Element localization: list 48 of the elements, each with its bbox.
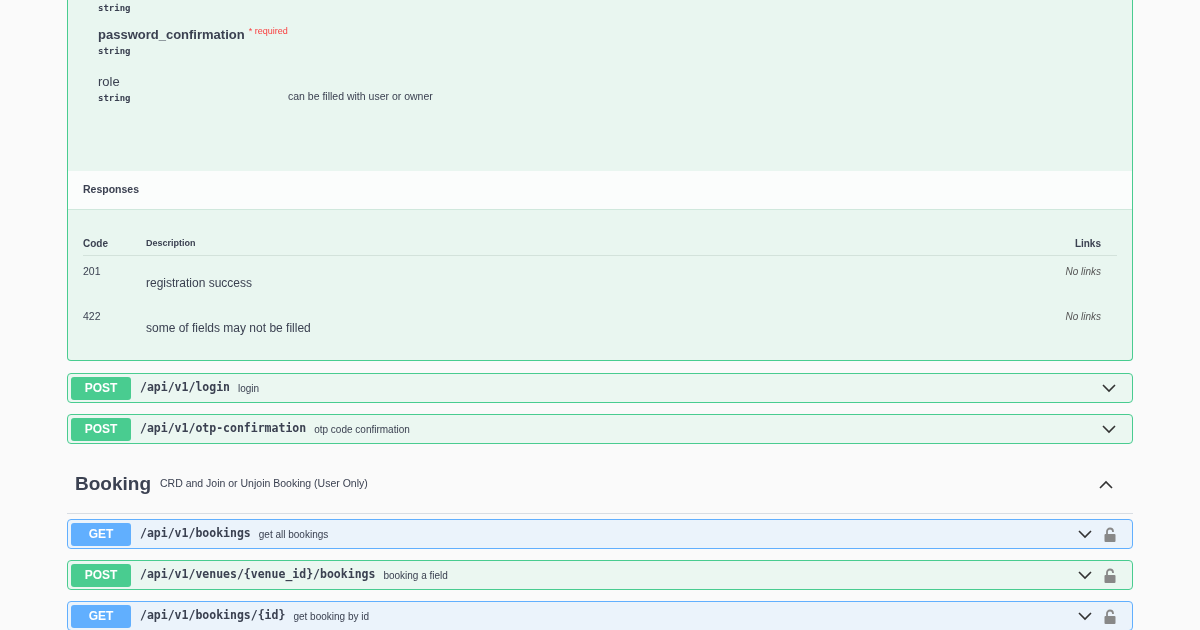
- section-description: CRD and Join or Unjoin Booking (User Only): [160, 476, 368, 492]
- column-header: Code: [83, 237, 109, 251]
- endpoint-path: /api/v1/otp-confirmation: [140, 420, 307, 438]
- response-description: some of fields may not be filled: [146, 320, 312, 337]
- required-marker: * required: [248, 25, 288, 38]
- chevron-down-icon[interactable]: [1102, 383, 1116, 393]
- method-badge: POST: [71, 376, 131, 400]
- column-header: Description: [146, 236, 197, 250]
- endpoint-summary: booking a field: [383, 568, 448, 583]
- endpoint-path: /api/v1/venues/{venue_id}/bookings: [140, 566, 376, 584]
- operation-row[interactable]: POST /api/v1/otp-confirmation otp code confirmation: [67, 414, 1133, 444]
- operation-row[interactable]: GET /api/v1/bookings/{id} get booking by id: [67, 601, 1133, 630]
- chevron-down-icon[interactable]: [1078, 611, 1092, 621]
- method-badge: POST: [71, 417, 131, 441]
- column-header: Links: [1074, 237, 1101, 251]
- operation-row[interactable]: GET /api/v1/bookings get all bookings: [67, 519, 1133, 549]
- padlock-icon[interactable]: [1104, 608, 1116, 624]
- response-code: 422: [83, 309, 102, 324]
- endpoint-path: /api/v1/login: [140, 379, 230, 397]
- parameter-name: role: [98, 73, 120, 91]
- parameter-type: string: [98, 4, 132, 13]
- method-badge: POST: [71, 563, 131, 587]
- responses-header: Responses: [68, 171, 1132, 210]
- chevron-down-icon[interactable]: [1078, 570, 1092, 580]
- endpoint-summary: otp code confirmation: [314, 422, 410, 437]
- operation-row[interactable]: POST /api/v1/login login: [67, 373, 1133, 403]
- padlock-icon[interactable]: [1104, 567, 1116, 583]
- parameter-type: string: [98, 46, 132, 56]
- response-code: 201: [83, 264, 102, 279]
- endpoint-path: /api/v1/bookings: [140, 525, 251, 543]
- padlock-icon[interactable]: [1104, 526, 1116, 542]
- parameter-description: can be filled with user or owner: [288, 89, 433, 105]
- endpoint-summary: get all bookings: [258, 527, 329, 542]
- method-badge: GET: [71, 604, 131, 628]
- parameter-name: password_confirmation: [98, 26, 245, 44]
- chevron-down-icon[interactable]: [1078, 529, 1092, 539]
- links-cell-text: No links: [1065, 265, 1101, 279]
- parameter-type: string: [98, 93, 132, 103]
- chevron-down-icon[interactable]: [1102, 424, 1116, 434]
- chevron-up-icon[interactable]: [1099, 479, 1113, 489]
- method-badge: GET: [71, 522, 131, 546]
- endpoint-summary: get booking by id: [293, 609, 370, 624]
- operation-row[interactable]: POST /api/v1/venues/{venue_id}/bookings booking a field: [67, 560, 1133, 590]
- section-title[interactable]: Booking: [75, 469, 151, 499]
- endpoint-path: /api/v1/bookings/{id}: [140, 607, 286, 625]
- links-cell-text: No links: [1065, 310, 1101, 324]
- response-description: registration success: [146, 275, 254, 292]
- endpoint-summary: login: [238, 381, 260, 396]
